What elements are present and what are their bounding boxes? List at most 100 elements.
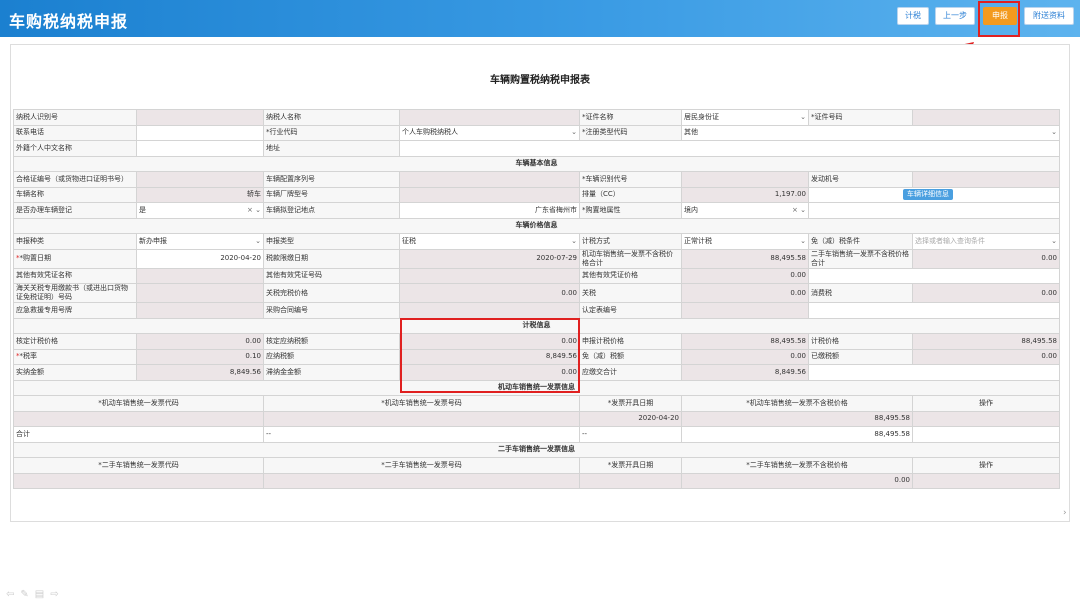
table-row: **购置日期 2020-04-20 税款限缴日期 2020-07-29 机动车销… — [13, 248, 1060, 269]
config-serial-field — [399, 171, 580, 188]
invoice-code-cell — [13, 410, 264, 427]
other-cert-no-label: 其他有效凭证号码 — [263, 267, 400, 284]
chevron-down-icon: ⌄ — [800, 112, 806, 121]
tax-method-label: 计税方式 — [579, 233, 682, 250]
bottom-toolbar: ⇦ ✎ ▤ ⇨ — [6, 589, 65, 600]
engine-no-field — [912, 171, 1060, 188]
reg-type-label: *注册类型代码 — [579, 124, 682, 141]
total-due-label: 应缴交合计 — [579, 364, 682, 381]
exempt-amount-label: 免（减）税额 — [579, 348, 682, 365]
invoice-action-cell — [912, 410, 1060, 427]
other-cert-name-field — [136, 267, 264, 284]
actual-amount-label: 实纳金额 — [13, 364, 137, 381]
reg-type-value: 其他 — [684, 128, 698, 137]
table-row: 海关关税专用缴款书（或进出口货物证免税证明）号码 关税完税价格 0.00 关税 … — [13, 283, 1060, 303]
calc-button[interactable]: 计税 — [897, 7, 929, 25]
invoice-date-header: *发票开具日期 — [579, 395, 682, 412]
config-serial-label: 车辆配置序列号 — [263, 171, 400, 188]
customs-price-field: 0.00 — [399, 283, 580, 303]
section-vehicle-basic: 车辆基本信息 — [13, 155, 1060, 172]
declare-type-value: 征税 — [402, 236, 416, 245]
other-cert-no-field — [399, 267, 580, 284]
approved-tax-label: 核定应纳税额 — [263, 333, 400, 350]
vehicle-name-field: 轿车 — [136, 186, 264, 203]
invoice-date-cell: 2020-04-20 — [579, 410, 682, 427]
taxpayer-name-label: 纳税人名称 — [263, 109, 400, 126]
forward-icon[interactable]: ⇨ — [50, 589, 58, 600]
used-invoice-price-header: *二手车销售统一发票不含税价格 — [681, 457, 913, 474]
tax-price-field: 88,495.58 — [912, 333, 1060, 350]
table-row: 联系电话 *行业代码 个人车购税纳税人 ⌄ *注册类型代码 其他 ⌄ — [13, 124, 1060, 141]
app-title: 车购税纳税申报 — [9, 12, 129, 31]
cert-no-field — [136, 171, 264, 188]
invoice-number-header: *机动车销售统一发票号码 — [263, 395, 580, 412]
invoice-action-header: 操作 — [912, 395, 1060, 412]
registration-select[interactable]: 是 × ⌄ — [136, 202, 264, 219]
reg-type-select[interactable]: 其他 ⌄ — [681, 124, 1060, 141]
used-invoice-code-header: *二手车销售统一发票代码 — [13, 457, 264, 474]
prev-step-button[interactable]: 上一步 — [935, 7, 975, 25]
displacement-label: 排量（CC） — [579, 186, 682, 203]
tax-method-select[interactable]: 正常计税 ⌄ — [681, 233, 809, 250]
declare-kind-select[interactable]: 新办申报 ⌄ — [136, 233, 264, 250]
invoice-total-field: 88,495.58 — [681, 248, 809, 269]
tax-rate-field: 0.10 — [136, 348, 264, 365]
purchase-attr-label: *购置地属性 — [579, 202, 682, 219]
id-type-select[interactable]: 居民身份证 ⌄ — [681, 109, 809, 126]
chevron-down-icon: ⌄ — [800, 236, 806, 245]
industry-code-label: *行业代码 — [263, 124, 400, 141]
id-number-label: *证件号码 — [808, 109, 913, 126]
purchase-date-label: **购置日期 — [13, 248, 137, 269]
phone-input[interactable] — [136, 124, 264, 141]
customs-no-field — [136, 283, 264, 303]
taxpayer-id-label: 纳税人识别号 — [13, 109, 137, 126]
deadline-label: 税款限缴日期 — [263, 248, 400, 269]
declare-type-select[interactable]: 征税 ⌄ — [399, 233, 580, 250]
back-icon[interactable]: ⇦ — [6, 589, 14, 600]
table-row: *二手车销售统一发票代码 *二手车销售统一发票号码 *发票开具日期 *二手车销售… — [13, 457, 1060, 474]
brand-model-label: 车辆厂牌型号 — [263, 186, 400, 203]
purchase-date-field[interactable]: 2020-04-20 — [136, 248, 264, 269]
payable-tax-label: 应纳税额 — [263, 348, 400, 365]
total-due-field: 8,849.56 — [681, 364, 809, 381]
tax-info-highlight-box — [400, 318, 580, 393]
foreign-name-input[interactable] — [136, 140, 264, 157]
exempt-amount-field: 0.00 — [681, 348, 809, 365]
actual-amount-field: 8,849.56 — [136, 364, 264, 381]
cert-form-no-field — [681, 302, 809, 319]
scroll-right-icon[interactable]: › — [1063, 508, 1067, 518]
purchase-attr-value: 境内 — [684, 205, 698, 214]
attach-docs-button[interactable]: 附送资料 — [1024, 7, 1074, 25]
paid-tax-field: 0.00 — [912, 348, 1060, 365]
cert-no-label: 合格证编号（或货物进口证明书号） — [13, 171, 137, 188]
declare-type-label: 申报类型 — [263, 233, 400, 250]
foreign-name-label: 外籍个人中文名称 — [13, 140, 137, 157]
table-row: 是否办理车辆登记 是 × ⌄ 车辆拟登记地点 广东省梅州市 *购置地属性 境内 × … — [13, 202, 1060, 219]
invoice-total-amount: 88,495.58 — [681, 426, 913, 443]
vehicle-details-button[interactable]: 车辆详细信息 — [903, 189, 953, 201]
used-invoice-total-label: 二手车销售统一发票不含税价格合计 — [808, 248, 913, 269]
tariff-label: 关税 — [579, 283, 682, 303]
exemption-select[interactable]: 选择或者输入查询条件 ⌄ — [912, 233, 1060, 250]
table-row: 其他有效凭证名称 其他有效凭证号码 其他有效凭证价格 0.00 — [13, 267, 1060, 284]
other-cert-price-label: 其他有效凭证价格 — [579, 267, 682, 284]
table-row: 合计 -- -- 88,495.58 — [13, 426, 1060, 443]
paid-tax-label: 已缴税额 — [808, 348, 913, 365]
industry-code-select[interactable]: 个人车购税纳税人 ⌄ — [399, 124, 580, 141]
used-invoice-date-header: *发票开具日期 — [579, 457, 682, 474]
form-panel: 车辆购置税纳税申报表 纳税人识别号 纳税人名称 *证件名称 居民身份证 ⌄ *证件… — [10, 44, 1070, 522]
address-input[interactable] — [399, 140, 1060, 157]
taxpayer-id-field — [136, 109, 264, 126]
reg-location-field[interactable]: 广东省梅州市 — [399, 202, 580, 219]
table-row: *机动车销售统一发票代码 *机动车销售统一发票号码 *发票开具日期 *机动车销售… — [13, 395, 1060, 412]
purchase-attr-select[interactable]: 境内 × ⌄ — [681, 202, 809, 219]
registration-value: 是 — [139, 205, 146, 214]
emergency-plate-field — [136, 302, 264, 319]
declare-kind-value: 新办申报 — [139, 236, 167, 245]
vin-field — [681, 171, 809, 188]
table-row: 申报种类 新办申报 ⌄ 申报类型 征税 ⌄ 计税方式 正常计税 ⌄ 免（减）税条件 选… — [13, 233, 1060, 250]
industry-code-value: 个人车购税纳税人 — [402, 128, 458, 137]
menu-icon[interactable]: ▤ — [35, 589, 44, 600]
pen-icon[interactable]: ✎ — [20, 589, 28, 600]
customs-no-label: 海关关税专用缴款书（或进出口货物证免税证明）号码 — [13, 283, 137, 303]
